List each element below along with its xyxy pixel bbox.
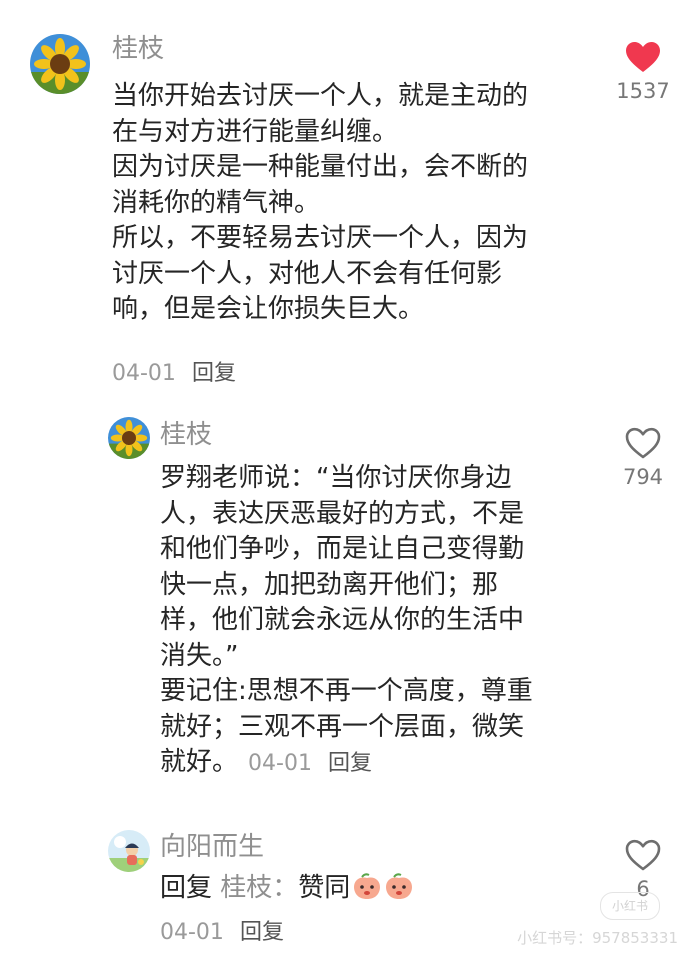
comment-text: 罗翔老师说：“当你讨厌你身边 人，表达厌恶最好的方式，不是 和他们争吵，而是让自… <box>160 461 590 782</box>
comment-item: 桂枝 当你开始去讨厌一个人，就是主动的 在与对方进行能量纠缠。 因为讨厌是一种能… <box>0 0 690 400</box>
sunflower-avatar-icon <box>108 417 150 459</box>
reply-button[interactable]: 回复 <box>240 920 284 945</box>
heart-filled-icon <box>626 42 660 72</box>
comment-meta: 04-01 回复 <box>248 751 372 776</box>
comment-author[interactable]: 桂枝 <box>160 418 212 452</box>
like-count: 794 <box>622 465 664 489</box>
comment-date: 04-01 <box>248 751 312 776</box>
avatar[interactable] <box>108 417 150 459</box>
reply-target-name[interactable]: 桂枝： <box>220 873 298 903</box>
comment-author[interactable]: 桂枝 <box>112 32 164 66</box>
heart-outline-icon <box>625 427 661 459</box>
comment-text-content: 赞同 <box>298 873 351 903</box>
peach-face-emoji <box>386 873 413 899</box>
comment-date: 04-01 <box>112 361 176 386</box>
peach-face-emoji <box>354 873 381 899</box>
like-button[interactable]: 1537 <box>608 40 678 104</box>
reply-prefix: 回复 <box>160 873 213 903</box>
comment-date: 04-01 <box>160 920 224 945</box>
cartoon-child-avatar-icon <box>108 830 150 872</box>
reply-button[interactable]: 回复 <box>328 751 372 776</box>
like-count: 1537 <box>616 79 670 103</box>
comment-meta: 04-01 回复 <box>112 359 236 389</box>
comment-author[interactable]: 向阳而生 <box>160 830 264 864</box>
reply-item: 向阳而生 回复 桂枝：赞同 04-01 回复 6 <box>0 820 690 972</box>
comment-meta: 04-01 回复 <box>160 918 284 948</box>
avatar[interactable] <box>108 830 150 872</box>
reply-button[interactable]: 回复 <box>192 361 236 386</box>
like-button[interactable]: 794 <box>608 426 678 490</box>
reply-item: 桂枝 罗翔老师说：“当你讨厌你身边 人，表达厌恶最好的方式，不是 和他们争吵，而… <box>0 400 690 820</box>
comment-text-content: 罗翔老师说：“当你讨厌你身边 人，表达厌恶最好的方式，不是 和他们争吵，而是让自… <box>160 463 533 777</box>
comment-text: 当你开始去讨厌一个人，就是主动的 在与对方进行能量纠缠。 因为讨厌是一种能量付出… <box>112 81 529 324</box>
heart-outline-icon <box>625 839 661 871</box>
sunflower-avatar-icon <box>30 34 90 94</box>
watermark-logo: 小红书 <box>600 892 660 920</box>
watermark-text: 小红书号：957853331 <box>517 929 678 947</box>
comment-text: 回复 桂枝：赞同 <box>160 871 590 907</box>
avatar[interactable] <box>30 34 90 94</box>
